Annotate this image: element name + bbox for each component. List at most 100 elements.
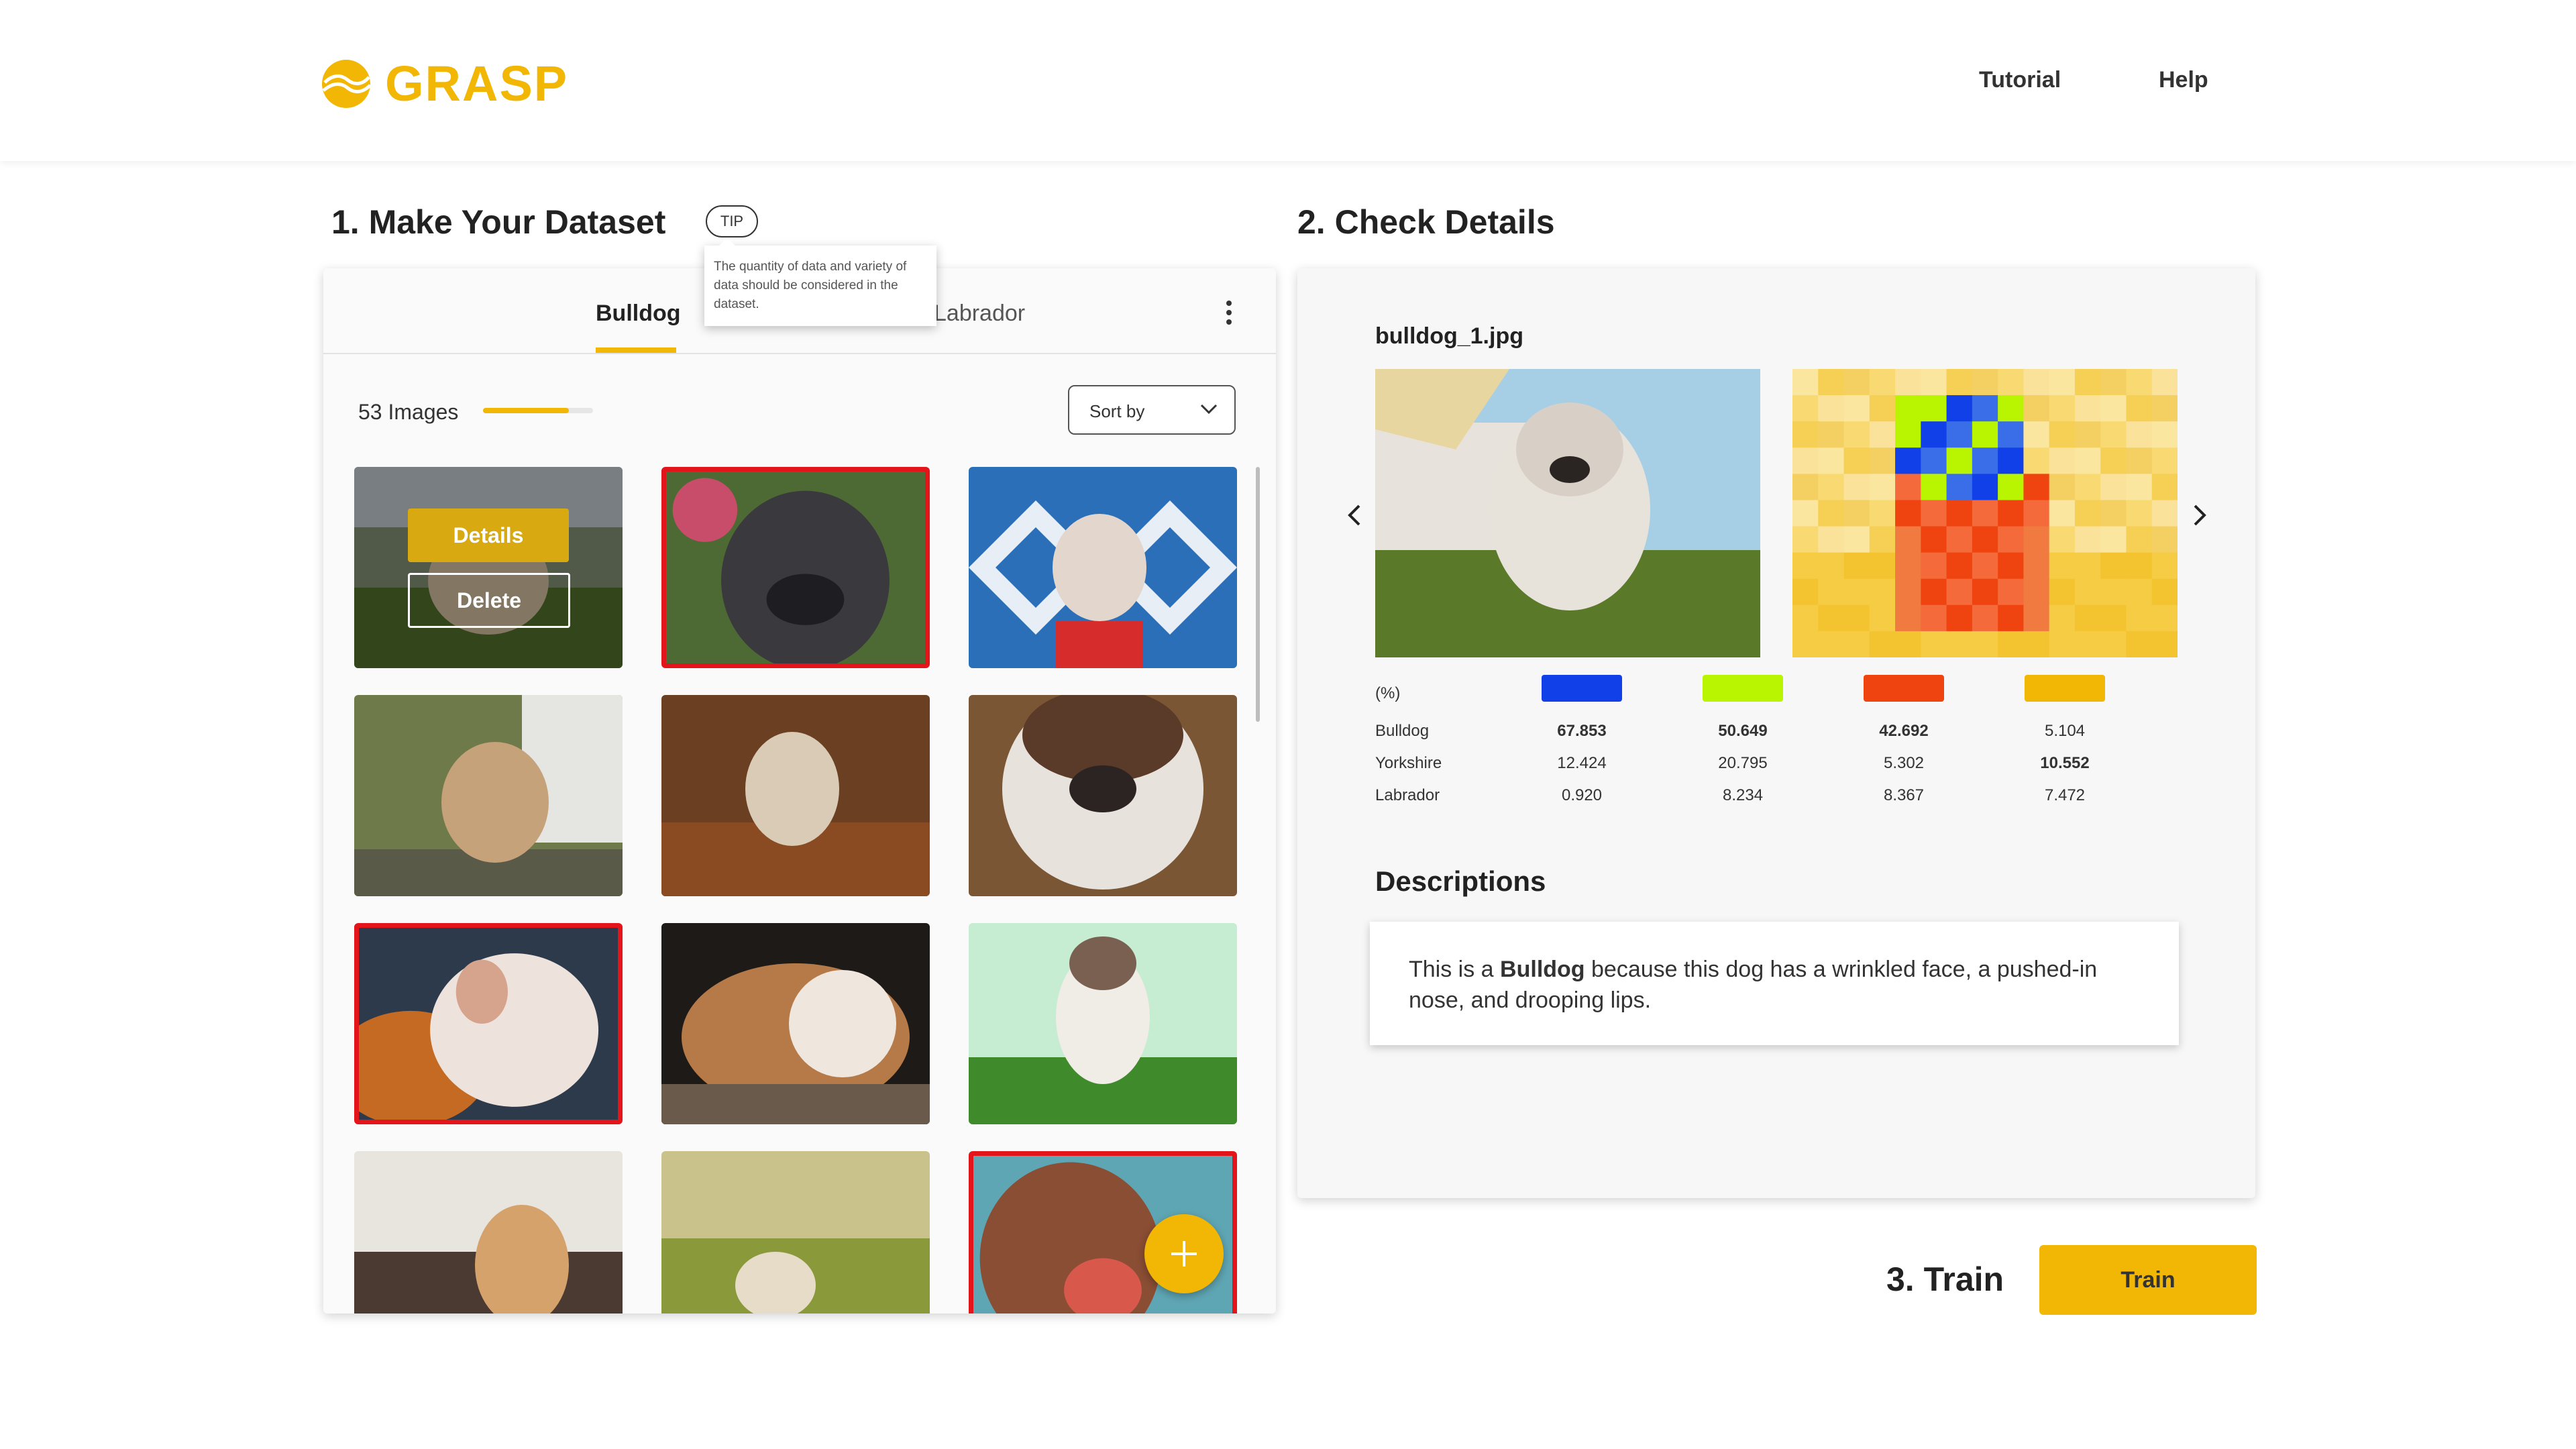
- saliency-heatmap: [1792, 369, 2178, 657]
- heatmap-cell: [1972, 369, 1998, 396]
- dog-photo: [969, 695, 1237, 896]
- heatmap-cell: [2100, 604, 2127, 632]
- heatmap-cell: [2074, 526, 2101, 553]
- thumbnail-4[interactable]: [354, 695, 623, 896]
- heatmap-cell: [1843, 552, 1870, 580]
- thumbnail-10[interactable]: [354, 1151, 623, 1313]
- dog-photo: [661, 1151, 930, 1313]
- train-button[interactable]: Train: [2039, 1245, 2257, 1315]
- dog-photo: [969, 467, 1237, 668]
- dog-photo: [354, 1151, 623, 1313]
- heatmap-cell: [1946, 395, 1973, 422]
- details-button[interactable]: Details: [408, 508, 569, 562]
- heatmap-cell: [2126, 526, 2153, 553]
- heatmap-cell: [2074, 631, 2101, 657]
- heatmap-cell: [2023, 421, 2050, 448]
- dog-photo: [661, 695, 930, 896]
- heatmap-cell: [1972, 447, 1998, 474]
- heatmap-cell: [2100, 552, 2127, 580]
- heatmap-cell: [2100, 421, 2127, 448]
- heatmap-cell: [2151, 578, 2178, 606]
- heatmap-cell: [2049, 447, 2076, 474]
- thumbnail-9[interactable]: [969, 923, 1237, 1124]
- heatmap-cell: [1895, 604, 1921, 632]
- heatmap-cell: [2049, 369, 2076, 396]
- heatmap-cell: [1792, 578, 1819, 606]
- heatmap-cell: [1895, 500, 1921, 527]
- thumbnail-6[interactable]: [969, 695, 1237, 896]
- thumbnail-7-flagged[interactable]: [354, 923, 623, 1124]
- tab-labrador[interactable]: Labrador: [934, 301, 1025, 327]
- thumbnail-2-flagged[interactable]: [661, 467, 930, 668]
- swatch-lime: [1703, 675, 1783, 702]
- delete-button[interactable]: Delete: [408, 573, 570, 628]
- dog-photo: [354, 695, 623, 896]
- heatmap-cell: [1972, 474, 1998, 500]
- heatmap-cell: [1869, 421, 1896, 448]
- heatmap-cell: [2074, 421, 2101, 448]
- heatmap-cell: [1843, 578, 1870, 606]
- heatmap-cell: [1843, 474, 1870, 500]
- heatmap-cell: [1895, 526, 1921, 553]
- section-title-train: 3. Train: [1886, 1260, 2004, 1298]
- cell-labrador-2: 8.234: [1722, 786, 1764, 804]
- heatmap-cell: [1792, 526, 1819, 553]
- heatmap-cell: [1946, 631, 1973, 657]
- heatmap-cell: [2049, 578, 2076, 606]
- thumbnail-8[interactable]: [661, 923, 930, 1124]
- description-prefix: This is a: [1409, 957, 1501, 982]
- heatmap-cell: [2151, 500, 2178, 527]
- thumbnail-11[interactable]: [661, 1151, 930, 1313]
- heatmap-cell: [1946, 474, 1973, 500]
- tip-badge[interactable]: TIP: [706, 205, 758, 237]
- heatmap-cell: [1946, 447, 1973, 474]
- dataset-progress-fill: [483, 408, 569, 413]
- heatmap-cell: [1818, 474, 1845, 500]
- heatmap-cell: [2100, 526, 2127, 553]
- nav-help[interactable]: Help: [2159, 67, 2208, 93]
- logo[interactable]: GRASP: [321, 55, 568, 112]
- heatmap-cell: [1972, 578, 1998, 606]
- logo-text: GRASP: [385, 56, 569, 111]
- heatmap-cell: [2049, 500, 2076, 527]
- heatmap-cell: [1818, 526, 1845, 553]
- section-title-dataset: 1. Make Your Dataset: [331, 203, 666, 241]
- dataset-progress-bar: [483, 408, 593, 413]
- thumbnail-hover-overlay: [354, 467, 623, 668]
- heatmap-cell: [2074, 474, 2101, 500]
- dog-photo: [661, 923, 930, 1124]
- heatmap-cell: [1998, 474, 2024, 500]
- nav-tutorial[interactable]: Tutorial: [1979, 67, 2061, 93]
- thumbnail-5[interactable]: [661, 695, 930, 896]
- cell-bulldog-4: 5.104: [2044, 722, 2086, 740]
- heatmap-cell: [2023, 631, 2050, 657]
- heatmap-cell: [1972, 552, 1998, 580]
- dog-photo: [969, 923, 1237, 1124]
- heatmap-cell: [2023, 500, 2050, 527]
- heatmap-cell: [2151, 474, 2178, 500]
- heatmap-cell: [2126, 421, 2153, 448]
- heatmap-cell: [2126, 604, 2153, 632]
- heatmap-cell: [1921, 578, 1947, 606]
- heatmap-cell: [2074, 552, 2101, 580]
- heatmap-cell: [1998, 631, 2024, 657]
- scrollbar[interactable]: [1256, 467, 1260, 722]
- plus-icon: [1171, 1241, 1197, 1267]
- heatmap-cell: [2126, 395, 2153, 422]
- cell-bulldog-1: 67.853: [1557, 722, 1607, 740]
- cell-yorkshire-4: 10.552: [2040, 754, 2090, 772]
- chevron-right-icon[interactable]: [2190, 502, 2210, 529]
- heatmap-cell: [2049, 395, 2076, 422]
- heatmap-cell: [1869, 447, 1896, 474]
- chevron-left-icon[interactable]: [1344, 502, 1364, 529]
- thumbnail-3[interactable]: [969, 467, 1237, 668]
- heatmap-cell: [2126, 447, 2153, 474]
- thumbnail-1[interactable]: Details Delete: [354, 467, 623, 668]
- sort-by-select[interactable]: Sort by: [1068, 385, 1236, 435]
- kebab-menu-icon[interactable]: [1222, 301, 1236, 327]
- add-image-button[interactable]: [1144, 1214, 1224, 1293]
- heatmap-cell: [1843, 421, 1870, 448]
- tab-bulldog[interactable]: Bulldog: [596, 301, 681, 327]
- heatmap-cell: [1921, 552, 1947, 580]
- heatmap-cell: [2049, 526, 2076, 553]
